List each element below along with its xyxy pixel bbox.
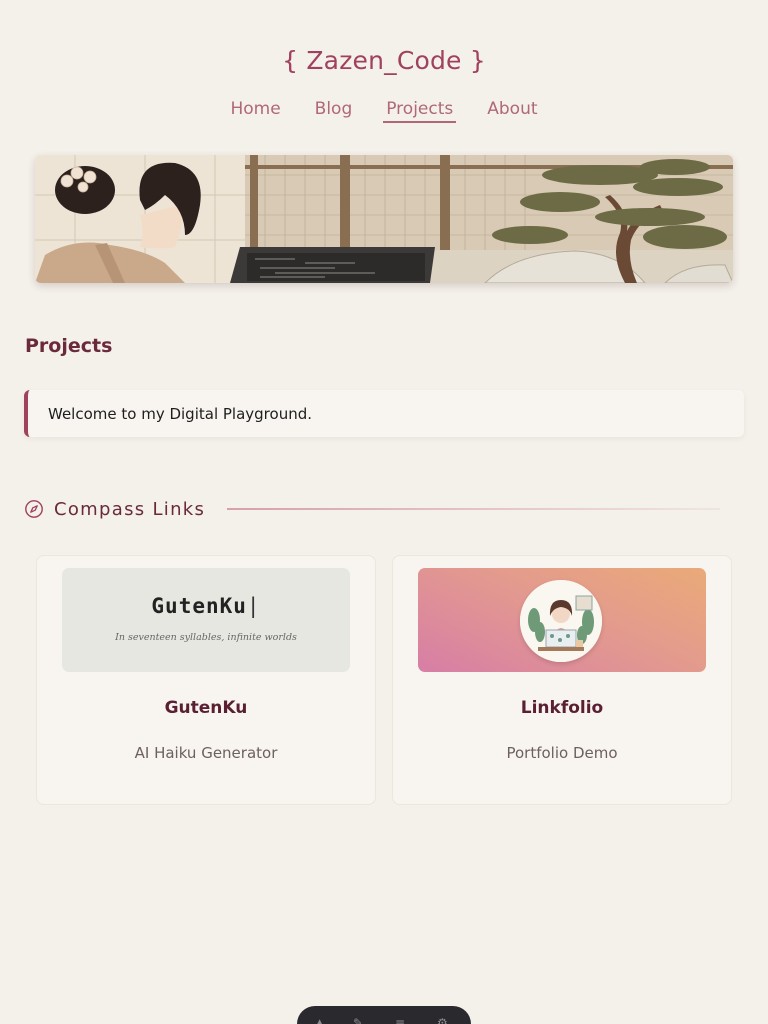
main-nav: Home Blog Projects About bbox=[0, 99, 768, 123]
dock-icon[interactable]: ✎ bbox=[353, 1016, 363, 1024]
dock-icon[interactable]: ▲ bbox=[315, 1016, 324, 1024]
nav-blog[interactable]: Blog bbox=[312, 99, 356, 123]
header-banner-image bbox=[35, 155, 733, 283]
site-title[interactable]: { Zazen_Code } bbox=[0, 46, 768, 75]
linkfolio-thumbnail[interactable] bbox=[418, 568, 706, 672]
welcome-callout: Welcome to my Digital Playground. bbox=[24, 390, 744, 437]
avatar-illustration-icon bbox=[520, 580, 602, 662]
section-divider bbox=[227, 508, 720, 510]
gutenku-thumb-title: GutenKu| bbox=[151, 594, 261, 618]
project-card-gutenku[interactable]: GutenKu| In seventeen syllables, infinit… bbox=[36, 555, 376, 805]
page-title: Projects bbox=[25, 335, 113, 357]
dock-icon[interactable]: ⚙ bbox=[437, 1016, 448, 1024]
nav-about[interactable]: About bbox=[484, 99, 540, 123]
project-description: Portfolio Demo bbox=[506, 744, 618, 762]
compass-icon bbox=[25, 500, 43, 518]
section-header-compass-links: Compass Links bbox=[24, 497, 720, 521]
nav-home[interactable]: Home bbox=[227, 99, 283, 123]
nav-projects[interactable]: Projects bbox=[383, 99, 457, 123]
project-card-linkfolio[interactable]: Linkfolio Portfolio Demo bbox=[392, 555, 732, 805]
text-cursor-icon: | bbox=[246, 594, 261, 618]
welcome-text: Welcome to my Digital Playground. bbox=[48, 404, 313, 423]
project-name[interactable]: Linkfolio bbox=[393, 698, 731, 718]
section-title: Compass Links bbox=[54, 498, 206, 520]
gutenku-thumbnail[interactable]: GutenKu| In seventeen syllables, infinit… bbox=[62, 568, 350, 672]
bottom-dock[interactable]: ▲ ✎ ≡ ⚙ bbox=[297, 1006, 471, 1024]
project-description: AI Haiku Generator bbox=[134, 744, 278, 762]
project-name[interactable]: GutenKu bbox=[37, 698, 375, 718]
gutenku-thumb-subtitle: In seventeen syllables, infinite worlds bbox=[115, 632, 297, 643]
dock-icon[interactable]: ≡ bbox=[395, 1016, 405, 1024]
